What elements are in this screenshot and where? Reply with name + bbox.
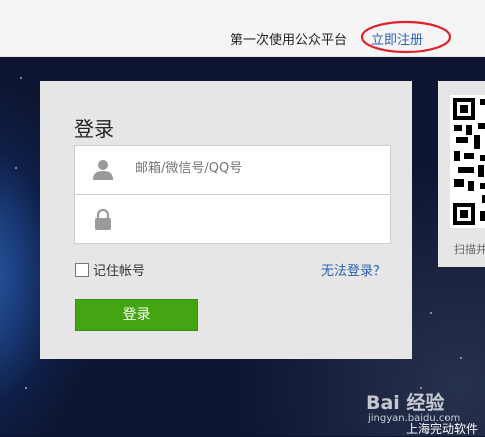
annotation-circle xyxy=(360,20,452,54)
forgot-login-link[interactable]: 无法登录？ xyxy=(321,260,386,279)
remember-label: 记住帐号 xyxy=(93,264,146,279)
username-row xyxy=(75,146,390,195)
remember-checkbox[interactable] xyxy=(75,263,89,277)
credentials-box xyxy=(74,145,391,244)
qr-panel: 扫描并 xyxy=(438,81,485,267)
scan-text: 扫描并 xyxy=(454,243,485,256)
login-title: 登录 xyxy=(74,117,114,141)
username-input[interactable] xyxy=(135,161,375,176)
baidu-jingyan-logo: Bai 经验 xyxy=(366,392,445,414)
watermark-caption: 上海完动软件 xyxy=(406,422,479,436)
user-icon xyxy=(93,160,113,180)
remember-account[interactable]: 记住帐号 xyxy=(75,260,145,279)
lock-icon xyxy=(95,208,111,230)
first-time-text: 第一次使用公众平台 xyxy=(230,33,348,48)
password-input[interactable] xyxy=(135,210,375,225)
password-row xyxy=(75,195,390,243)
login-panel: 登录 记住帐号 无法登录？ 登录 xyxy=(40,81,412,359)
top-bar: 第一次使用公众平台 立即注册 xyxy=(0,0,485,57)
qr-code-icon xyxy=(450,95,485,228)
login-button[interactable]: 登录 xyxy=(75,299,198,331)
